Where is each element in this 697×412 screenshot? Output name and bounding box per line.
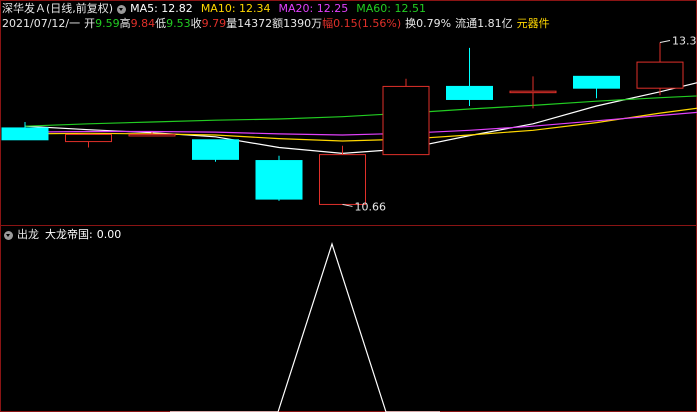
period-label[interactable]: (日线,前复权) — [46, 2, 113, 16]
float-value: 1.81亿 — [477, 17, 513, 30]
chart-header: 深华发Ａ (日线,前复权) MA5: 12.82 MA10: 12.34 MA2… — [2, 2, 426, 16]
turnover-label: 换 — [405, 17, 417, 30]
change-value: 0.15(1.56%) — [333, 17, 402, 30]
volume-value: 14372 — [237, 17, 273, 30]
low-value: 9.53 — [166, 17, 191, 30]
ma20-label: MA20: 12.25 — [278, 2, 349, 15]
quote-date: 2021/07/12/一 — [2, 17, 81, 30]
indicator-chart — [170, 242, 440, 412]
close-label: 收 — [190, 17, 202, 30]
open-value: 9.59 — [95, 17, 120, 30]
indicator-header: 出龙 大龙帝国: 0.00 — [2, 228, 121, 242]
ma5-label: MA5: 12.82 — [130, 2, 193, 15]
indicator-name[interactable]: 出龙 — [17, 228, 39, 242]
high-value: 9.84 — [130, 17, 156, 30]
dropdown-icon[interactable] — [117, 4, 127, 14]
indicator-line — [170, 242, 440, 412]
volume-label: 量 — [226, 17, 238, 30]
sector-link[interactable]: 元器件 — [517, 17, 550, 31]
high-label: 高 — [119, 17, 131, 30]
indicator-dropdown-icon[interactable] — [4, 230, 13, 240]
ma10-label: MA10: 12.34 — [200, 2, 271, 15]
low-label: 低 — [155, 17, 167, 30]
indicator-series-label: 大龙帝国: — [45, 228, 93, 241]
close-value: 9.79 — [201, 17, 227, 30]
turnover-value: 0.79% — [416, 17, 452, 30]
change-label: 幅 — [322, 17, 334, 30]
amount-value: 1390万 — [283, 17, 323, 30]
open-label: 开 — [84, 17, 96, 30]
stock-name[interactable]: 深华发Ａ — [2, 2, 46, 16]
indicator-value: 0.00 — [96, 228, 122, 241]
ma60-label: MA60: 12.51 — [356, 2, 426, 15]
amount-label: 额 — [272, 17, 284, 30]
quote-bar: 2021/07/12/一 开 9.59 高 9.84 低 9.53 收 9.79… — [2, 17, 550, 31]
float-label: 流通 — [455, 17, 478, 30]
